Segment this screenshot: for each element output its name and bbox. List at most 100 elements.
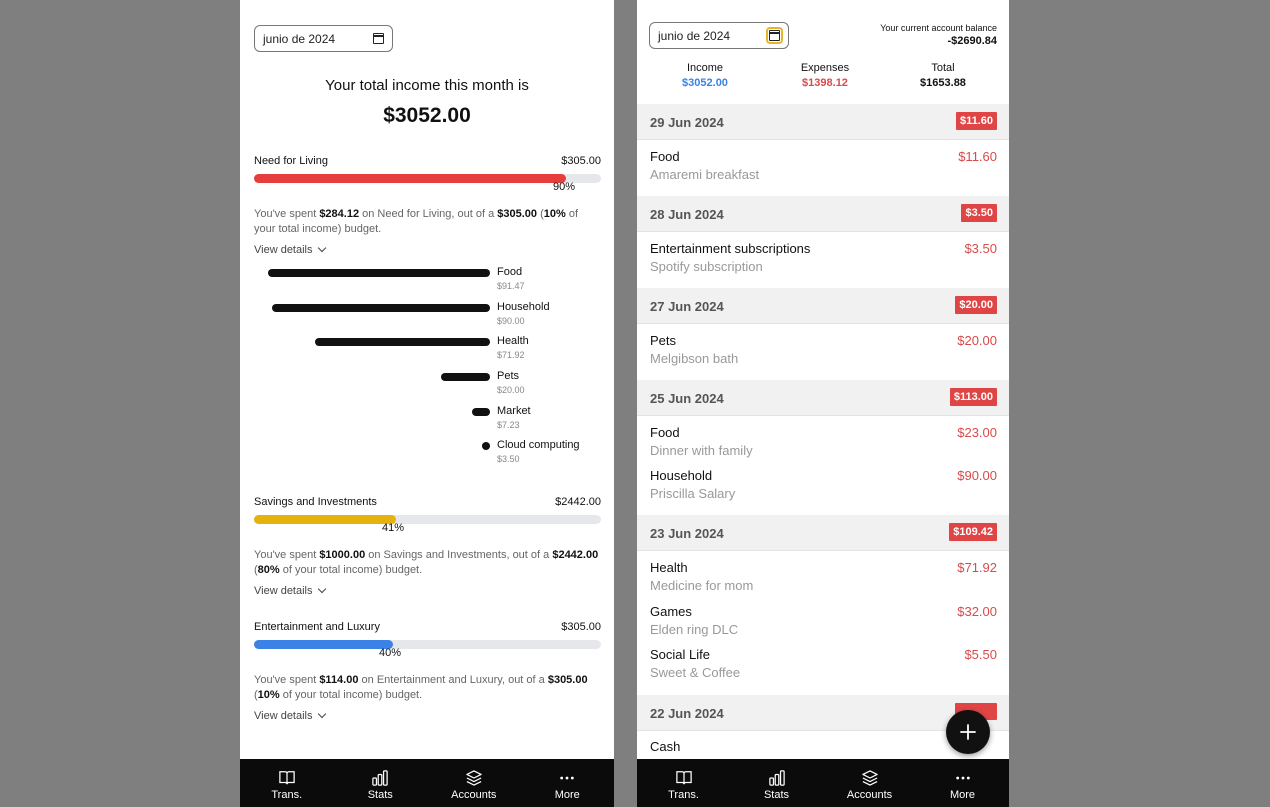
transaction-item[interactable]: Food Amaremi breakfast $11.60 xyxy=(637,149,1009,191)
nav-label: Accounts xyxy=(846,788,893,801)
expenses-total: Expenses $1398.12 xyxy=(765,62,885,89)
transaction-note: Melgibson bath xyxy=(650,351,739,366)
grand-total: Total $1653.88 xyxy=(883,62,1003,89)
transaction-amount: $11.60 xyxy=(958,149,997,164)
transaction-category: Food xyxy=(650,149,680,164)
calendar-icon[interactable] xyxy=(766,27,783,44)
transaction-item[interactable]: Household Priscilla Salary $90.00 xyxy=(637,468,1009,510)
progress-fill xyxy=(254,515,397,524)
nav-accounts[interactable]: Accounts xyxy=(823,759,916,807)
transaction-item[interactable]: Pets Melgibson bath $20.00 xyxy=(637,333,1009,375)
day-total-badge: $113.00 xyxy=(949,388,997,406)
month-picker[interactable]: junio de 2024 xyxy=(254,25,393,52)
nav-transactions[interactable]: Trans. xyxy=(637,759,730,807)
view-details-button[interactable]: View details xyxy=(254,709,326,722)
day-date: 27 Jun 2024 xyxy=(650,299,724,314)
nav-label: More xyxy=(949,788,976,801)
transactions-screen: junio de 2024 Your current account balan… xyxy=(637,0,1009,807)
section-name: Entertainment and Luxury xyxy=(254,621,380,633)
progress-fill xyxy=(254,174,567,183)
transaction-category: Entertainment subscriptions xyxy=(650,241,811,256)
section-name: Savings and Investments xyxy=(254,496,377,508)
view-details-label: View details xyxy=(254,710,313,722)
category-value: $7.23 xyxy=(497,420,520,430)
transaction-category: Household xyxy=(650,468,713,483)
income-amount: $3052.00 xyxy=(383,104,471,127)
transaction-item[interactable]: Games Elden ring DLC $32.00 xyxy=(637,604,1009,646)
category-row: Health $71.92 xyxy=(240,335,614,365)
month-picker-value: junio de 2024 xyxy=(658,28,731,43)
day-header: 28 Jun 2024 $3.50 xyxy=(637,196,1009,232)
bottom-nav: Trans. Stats Accounts More xyxy=(240,759,614,807)
nav-more[interactable]: More xyxy=(521,759,615,807)
income-title: Your total income this month is xyxy=(325,77,529,94)
category-value: $3.50 xyxy=(497,454,520,464)
transaction-amount: $71.92 xyxy=(957,560,997,575)
category-bar xyxy=(315,338,490,346)
total-value: $1653.88 xyxy=(920,77,966,89)
category-row: Food $91.47 xyxy=(240,266,614,296)
transaction-amount: $90.00 xyxy=(957,468,997,483)
nav-label: Stats xyxy=(763,788,790,801)
nav-stats[interactable]: Stats xyxy=(334,759,428,807)
transaction-item[interactable]: Health Medicine for mom $71.92 xyxy=(637,560,1009,602)
category-name: Market xyxy=(497,405,531,417)
income-label: Income xyxy=(686,62,724,74)
view-details-button[interactable]: View details xyxy=(254,584,326,597)
layers-icon xyxy=(861,769,878,786)
transaction-category: Games xyxy=(650,604,692,619)
progress-track xyxy=(254,640,601,649)
income-total: Income $3052.00 xyxy=(645,62,765,89)
transaction-item[interactable]: Entertainment subscriptions Spotify subs… xyxy=(637,241,1009,283)
progress-track xyxy=(254,174,601,183)
progress-fill xyxy=(254,640,393,649)
expenses-label: Expenses xyxy=(800,62,850,74)
day-date: 22 Jun 2024 xyxy=(650,706,724,721)
category-row: Pets $20.00 xyxy=(240,370,614,400)
budget-summary: You've spent $284.12 on Need for Living,… xyxy=(254,208,579,235)
nav-more[interactable]: More xyxy=(916,759,1009,807)
day-total-badge: $109.42 xyxy=(949,523,997,541)
nav-label: Trans. xyxy=(668,788,699,801)
layers-icon xyxy=(466,769,482,786)
category-bar xyxy=(268,269,490,277)
category-name: Health xyxy=(497,335,529,347)
section-budget: $2442.00 xyxy=(555,496,601,508)
month-picker[interactable]: junio de 2024 xyxy=(649,22,789,49)
income-value: $3052.00 xyxy=(682,77,728,89)
transaction-note: Medicine for mom xyxy=(650,578,754,593)
view-details-button[interactable]: View details xyxy=(254,243,326,256)
transaction-note: Elden ring DLC xyxy=(650,622,739,637)
category-bar xyxy=(441,373,490,381)
transaction-amount: $23.00 xyxy=(957,425,997,440)
day-date: 25 Jun 2024 xyxy=(650,391,724,406)
add-transaction-button[interactable] xyxy=(946,710,990,754)
total-label: Total xyxy=(931,62,955,74)
progress-percent: 41% xyxy=(382,522,405,534)
expenses-value: $1398.12 xyxy=(802,77,848,89)
transaction-note: Spotify subscription xyxy=(650,259,763,274)
transaction-amount: $3.50 xyxy=(964,241,997,256)
category-name: Food xyxy=(497,266,523,278)
category-bar xyxy=(481,442,490,450)
transaction-category: Cash xyxy=(650,739,681,754)
category-value: $71.92 xyxy=(497,350,525,360)
nav-label: Trans. xyxy=(271,788,303,801)
chevron-down-icon xyxy=(317,243,326,253)
transaction-item[interactable]: Food Dinner with family $23.00 xyxy=(637,425,1009,467)
day-total-badge: $20.00 xyxy=(955,296,997,314)
transaction-note: Priscilla Salary xyxy=(650,486,736,501)
day-total-badge: $11.60 xyxy=(955,112,997,130)
calendar-icon[interactable] xyxy=(373,33,384,44)
category-row: Cloud computing $3.50 xyxy=(240,439,614,469)
transaction-note: Dinner with family xyxy=(650,443,753,458)
nav-transactions[interactable]: Trans. xyxy=(240,759,334,807)
day-date: 28 Jun 2024 xyxy=(650,207,724,222)
nav-accounts[interactable]: Accounts xyxy=(427,759,521,807)
plus-icon xyxy=(960,724,976,740)
nav-stats[interactable]: Stats xyxy=(730,759,823,807)
day-header: 23 Jun 2024 $109.42 xyxy=(637,515,1009,551)
transaction-category: Social Life xyxy=(650,647,710,662)
month-picker-value: junio de 2024 xyxy=(263,31,336,46)
transaction-item[interactable]: Social Life Sweet & Coffee $5.50 xyxy=(637,647,1009,689)
